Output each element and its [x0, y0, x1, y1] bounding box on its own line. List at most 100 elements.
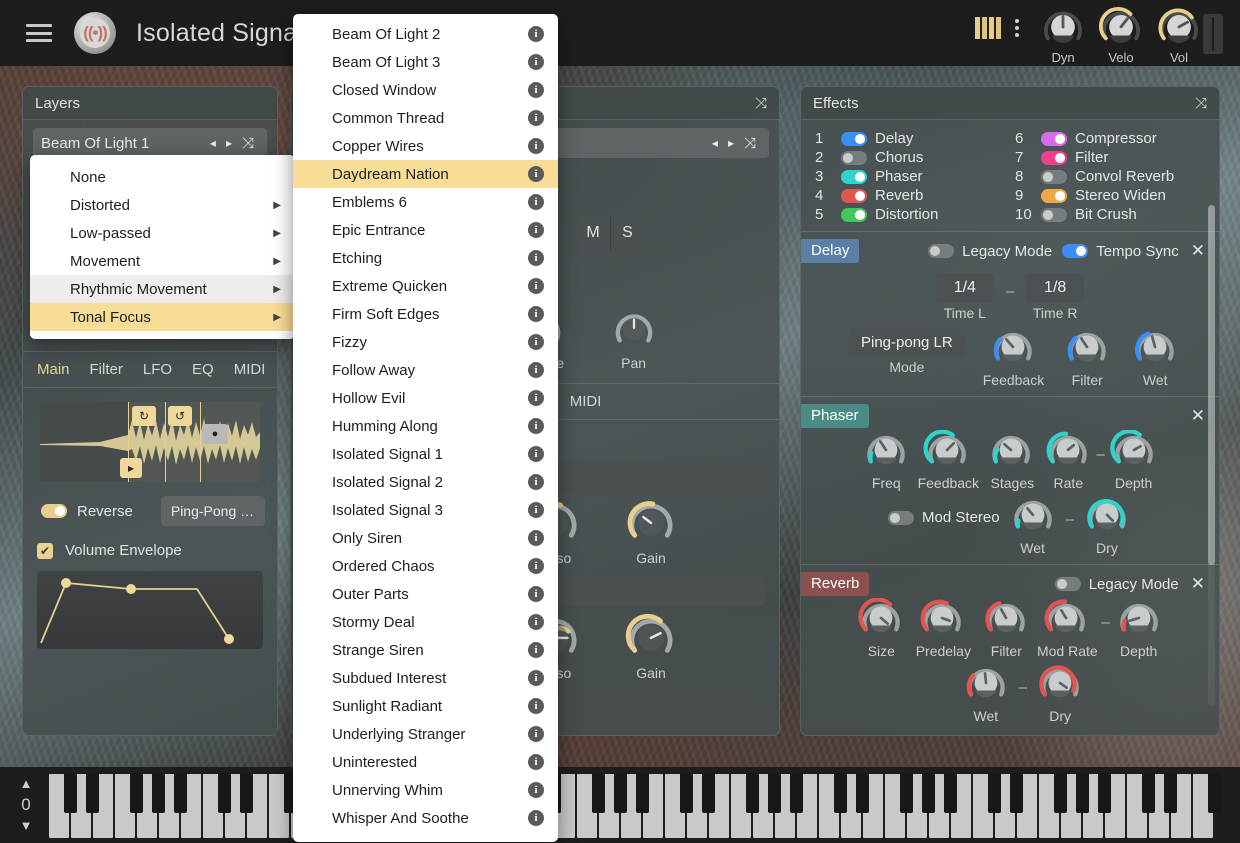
category-context-menu[interactable]: NoneDistorted▶Low-passed▶Movement▶Rhythm… — [30, 155, 295, 339]
black-key[interactable] — [680, 773, 693, 813]
preset-menu-item-common-thread[interactable]: Common Threadi — [293, 104, 558, 132]
preset-info-icon[interactable]: i — [528, 362, 544, 378]
preset-menu-item-uninterested[interactable]: Uninterestedi — [293, 748, 558, 776]
layer-prev-icon[interactable]: ◂ — [205, 136, 221, 150]
preset-menu-item-follow-away[interactable]: Follow Awayi — [293, 356, 558, 384]
category-menu-item-none[interactable]: None — [30, 163, 295, 191]
preset-info-icon[interactable]: i — [528, 138, 544, 154]
delay-time-r-value[interactable]: 1/8 — [1026, 273, 1084, 303]
fx-slot-10[interactable]: 10Bit Crush — [1015, 206, 1205, 223]
fx-slot-9[interactable]: 9Stereo Widen — [1015, 187, 1205, 204]
category-menu-item-rhythmic-movement[interactable]: Rhythmic Movement▶ — [30, 275, 295, 303]
delay-filter-knob[interactable]: Filter — [1062, 327, 1112, 388]
fx-slot-5[interactable]: 5Distortion — [815, 206, 1005, 223]
reverb-dry-knob[interactable]: Dry — [1035, 663, 1085, 724]
delay-close-icon[interactable]: ✕ — [1189, 241, 1207, 261]
delay-legacy-toggle[interactable] — [928, 244, 954, 258]
layer-detail-shuffle-icon-2[interactable]: ⤨ — [739, 135, 761, 152]
fx-slot-4[interactable]: 4Reverb — [815, 187, 1005, 204]
phaser-stages-knob[interactable]: Stages — [984, 430, 1040, 491]
play-start-marker[interactable]: ▸ — [120, 458, 142, 478]
knob-vol[interactable]: Vol — [1154, 6, 1204, 65]
volume-envelope-checkbox[interactable]: ✔ — [37, 543, 53, 559]
preset-info-icon[interactable]: i — [528, 390, 544, 406]
black-key[interactable] — [944, 773, 957, 813]
loop-end-flag[interactable]: ↺ — [168, 406, 192, 426]
preset-menu-item-outer-parts[interactable]: Outer Partsi — [293, 580, 558, 608]
preset-info-icon[interactable]: i — [528, 110, 544, 126]
preset-menu-item-strange-siren[interactable]: Strange Sireni — [293, 636, 558, 664]
reverb-predelay-knob[interactable]: Predelay — [910, 598, 976, 659]
eq-band1-gain-knob[interactable]: Gain — [623, 499, 679, 566]
preset-info-icon[interactable]: i — [528, 782, 544, 798]
preset-menu-item-only-siren[interactable]: Only Sireni — [293, 524, 558, 552]
vol-knob-dial[interactable] — [1154, 6, 1204, 44]
phaser-close-icon[interactable]: ✕ — [1189, 406, 1207, 426]
preset-menu-item-daydream-nation[interactable]: Daydream Nationi — [293, 160, 558, 188]
reverb-mod-rate-knob[interactable]: Mod Rate — [1036, 598, 1098, 659]
preset-menu-item-closed-window[interactable]: Closed Windowi — [293, 76, 558, 104]
effects-scrollbar[interactable] — [1208, 205, 1215, 705]
loop-mode-select[interactable]: Ping-Pong L.. — [161, 496, 265, 526]
preset-menu-item-etching[interactable]: Etchingi — [293, 244, 558, 272]
tab-filter[interactable]: Filter — [90, 361, 123, 378]
effects-shuffle-icon[interactable]: ⤨ — [1195, 95, 1207, 112]
black-key[interactable] — [592, 773, 605, 813]
knob-dyn[interactable]: Dyn — [1038, 6, 1088, 65]
preset-info-icon[interactable]: i — [528, 474, 544, 490]
black-key[interactable] — [702, 773, 715, 813]
black-key[interactable] — [1076, 773, 1089, 813]
layer-detail-shuffle-icon[interactable]: ⤨ — [755, 95, 767, 112]
preset-info-icon[interactable]: i — [528, 54, 544, 70]
master-fader[interactable] — [1203, 14, 1223, 54]
layer-selector[interactable]: Beam Of Light 1 ◂ ▸ ⤨ — [33, 128, 267, 158]
fx-slot-3-toggle[interactable] — [841, 170, 867, 184]
hamburger-icon[interactable] — [26, 24, 52, 42]
phaser-feedback-knob[interactable]: Feedback — [915, 430, 981, 491]
phaser-wet-knob[interactable]: Wet — [1008, 495, 1058, 556]
reverb-legacy-toggle[interactable] — [1055, 577, 1081, 591]
reverb-size-knob[interactable]: Size — [855, 598, 907, 659]
preset-info-icon[interactable]: i — [528, 194, 544, 210]
preset-info-icon[interactable]: i — [528, 306, 544, 322]
preset-menu-item-isolated-signal-2[interactable]: Isolated Signal 2i — [293, 468, 558, 496]
tab-eq[interactable]: EQ — [192, 361, 214, 378]
black-key[interactable] — [834, 773, 847, 813]
preset-info-icon[interactable]: i — [528, 810, 544, 826]
fx-slot-6-toggle[interactable] — [1041, 132, 1067, 146]
preset-info-icon[interactable]: i — [528, 418, 544, 434]
black-key[interactable] — [988, 773, 1001, 813]
sample-drop-icon[interactable]: ● — [202, 424, 228, 444]
volume-envelope-graph[interactable] — [37, 571, 263, 649]
fx-slot-6[interactable]: 6Compressor — [1015, 130, 1205, 147]
reverb-depth-knob[interactable]: Depth — [1113, 598, 1165, 659]
dyn-knob-dial[interactable] — [1038, 6, 1088, 44]
preset-info-icon[interactable]: i — [528, 446, 544, 462]
fx-slot-1[interactable]: 1Delay — [815, 130, 1005, 147]
black-key[interactable] — [1208, 773, 1221, 813]
black-key[interactable] — [1010, 773, 1023, 813]
preset-info-icon[interactable]: i — [528, 558, 544, 574]
category-menu-item-tonal-focus[interactable]: Tonal Focus▶ — [30, 303, 295, 331]
preset-info-icon[interactable]: i — [528, 670, 544, 686]
sample-waveform[interactable]: ↻ ↺ ● ▸ — [40, 402, 260, 482]
phaser-mod-stereo[interactable]: Mod Stereo — [888, 509, 1000, 526]
reverse-toggle[interactable] — [41, 504, 67, 518]
preset-info-icon[interactable]: i — [528, 754, 544, 770]
delay-wet-knob[interactable]: Wet — [1130, 327, 1180, 388]
preset-menu-item-ordered-chaos[interactable]: Ordered Chaosi — [293, 552, 558, 580]
preset-menu-item-subdued-interest[interactable]: Subdued Interesti — [293, 664, 558, 692]
fx-slot-3[interactable]: 3Phaser — [815, 168, 1005, 185]
preset-menu-item-isolated-signal-3[interactable]: Isolated Signal 3i — [293, 496, 558, 524]
octave-down-icon[interactable]: ▼ — [10, 817, 42, 835]
fx-slot-2-toggle[interactable] — [841, 151, 867, 165]
octave-up-icon[interactable]: ▲ — [10, 775, 42, 793]
tab-main[interactable]: Main — [37, 361, 70, 378]
delay-tempo-toggle[interactable] — [1062, 244, 1088, 258]
fx-slot-8-toggle[interactable] — [1041, 170, 1067, 184]
black-key[interactable] — [856, 773, 869, 813]
preset-menu-item-whisper-and-soothe[interactable]: Whisper And Soothei — [293, 804, 558, 832]
category-menu-item-movement[interactable]: Movement▶ — [30, 247, 295, 275]
preset-menu-item-beam-of-light-2[interactable]: Beam Of Light 2i — [293, 20, 558, 48]
preset-menu-item-firm-soft-edges[interactable]: Firm Soft Edgesi — [293, 300, 558, 328]
